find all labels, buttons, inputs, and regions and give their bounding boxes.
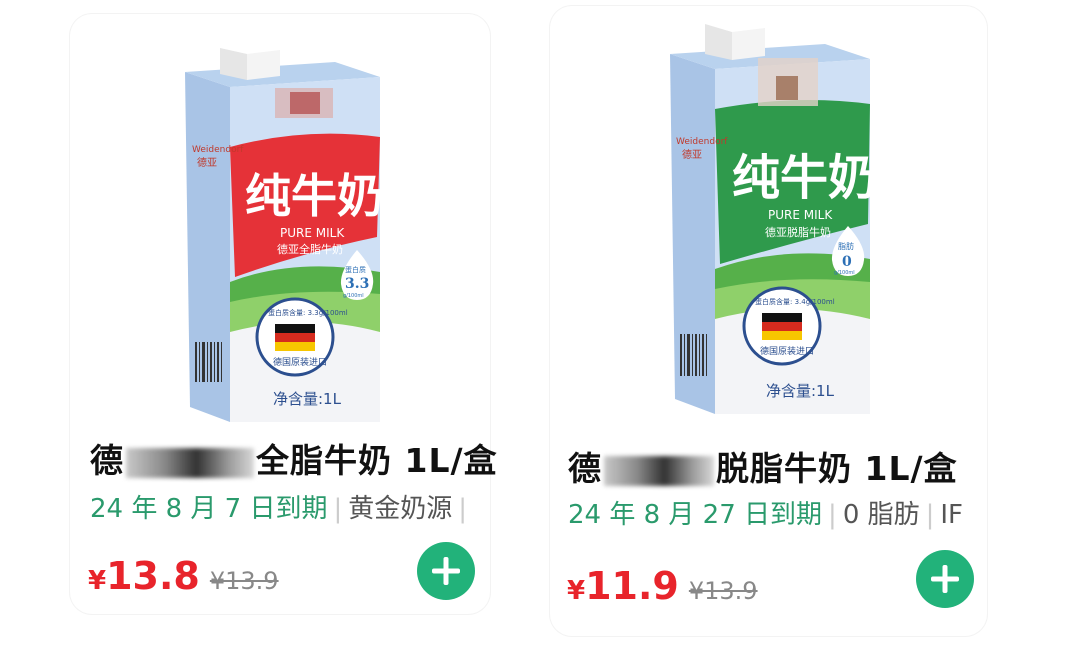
seal-text: 蛋白质含量: 3.3g/100ml [268, 308, 348, 317]
badge-unit: g/100ml [343, 293, 364, 299]
side-brand-cn: 德亚 [682, 148, 702, 161]
product-image[interactable]: Weidendorf 德亚 纯牛奶 PURE MILK 德亚脱脂牛奶 脂肪 0 … [670, 14, 870, 424]
package-english: PURE MILK [768, 208, 833, 222]
side-brand-cn: 德亚 [197, 156, 217, 169]
product-card-full-fat[interactable]: Weidendorf 德亚 纯牛奶 PURE MILK 德亚全脂牛奶 蛋白质 3… [70, 14, 497, 614]
original-price: ¥13.9 [688, 577, 758, 605]
package-english: PURE MILK [280, 226, 345, 240]
package-subtitle: 德亚全脂牛奶 [277, 242, 343, 256]
title-redacted [126, 447, 254, 478]
product-image[interactable]: Weidendorf 德亚 纯牛奶 PURE MILK 德亚全脂牛奶 蛋白质 3… [185, 32, 380, 432]
product-tags: 24 年 8 月 7 日到期 | 黄金奶源 | [90, 488, 473, 525]
product-tag-extra: IF [940, 500, 964, 530]
product-tag: 0 脂肪 [842, 500, 920, 530]
current-price: 11.9 [585, 564, 679, 608]
product-tag: 黄金奶源 [348, 494, 453, 524]
tag-divider: | [333, 494, 343, 524]
add-to-cart-button[interactable] [916, 550, 974, 608]
seal-bottom: 德国原装进口 [273, 356, 327, 368]
seal-text: 蛋白质含量: 3.4g/100ml [755, 297, 835, 306]
product-title[interactable]: 德 脱脂牛奶 1L/盒 [568, 442, 958, 490]
package-volume: 净含量:1L [766, 382, 835, 400]
package-name: 纯牛奶 [245, 169, 380, 223]
package-volume: 净含量:1L [273, 390, 342, 408]
package-name: 纯牛奶 [732, 150, 870, 206]
side-brand: Weidendorf [192, 145, 244, 155]
currency-symbol: ¥ [88, 566, 107, 596]
price-row: ¥13.8 ¥13.9 [88, 554, 279, 598]
original-price: ¥13.9 [209, 567, 279, 595]
expiry-date: 24 年 8 月 27 日到期 [568, 500, 823, 530]
badge-value: 3.3 [345, 276, 369, 292]
badge-value: 0 [842, 254, 852, 270]
badge-label: 蛋白质 [345, 265, 366, 274]
title-suffix: 脱脂牛奶 1L/盒 [716, 449, 958, 488]
package-subtitle: 德亚脱脂牛奶 [765, 225, 831, 239]
tag-divider: | [828, 500, 837, 530]
badge-label: 脂肪 [838, 241, 854, 251]
expiry-date: 24 年 8 月 7 日到期 [90, 494, 328, 524]
title-suffix: 全脂牛奶 1L/盒 [256, 441, 498, 480]
add-to-cart-button[interactable] [417, 542, 475, 600]
tag-divider: | [458, 494, 468, 524]
product-title[interactable]: 德 全脂牛奶 1L/盒 [90, 434, 498, 482]
side-brand: Weidendorf [676, 137, 728, 147]
price-row: ¥11.9 ¥13.9 [567, 564, 758, 608]
title-prefix: 德 [90, 441, 124, 480]
currency-symbol: ¥ [567, 576, 586, 606]
title-prefix: 德 [568, 449, 602, 488]
title-redacted [604, 455, 714, 486]
product-tags: 24 年 8 月 27 日到期 | 0 脂肪 | IF [568, 494, 963, 531]
badge-unit: g/100ml [834, 270, 855, 276]
current-price: 13.8 [106, 554, 200, 598]
product-card-skim[interactable]: Weidendorf 德亚 纯牛奶 PURE MILK 德亚脱脂牛奶 脂肪 0 … [550, 6, 987, 636]
seal-bottom: 德国原装进口 [760, 345, 814, 357]
tag-divider: | [925, 500, 935, 530]
